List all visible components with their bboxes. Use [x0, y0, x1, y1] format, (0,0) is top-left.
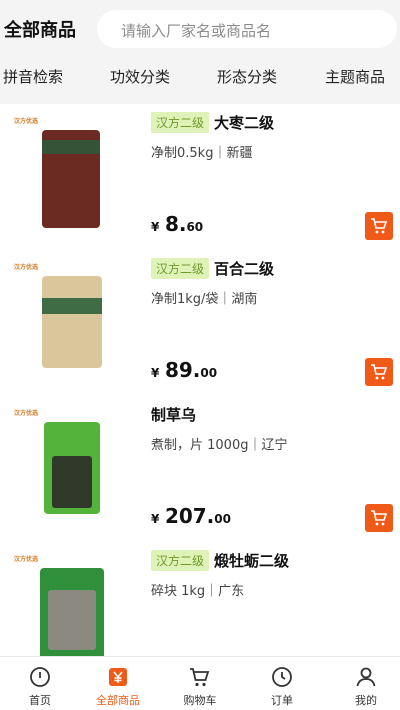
nav-cart[interactable]: 购物车 [160, 657, 240, 710]
product-item[interactable]: 汉方优选 汉方二级 大枣二级 净制0.5kg｜新疆 ¥ 8.60 [0, 104, 400, 248]
nav-orders[interactable]: 订单 [242, 657, 322, 710]
orders-icon [272, 667, 292, 687]
product-spec: 碎块 1kg｜广东 [151, 584, 245, 599]
brand-logo: 汉方优选 [14, 410, 39, 417]
brand-logo: 汉方优选 [14, 118, 39, 125]
product-list: 汉方优选 汉方二级 大枣二级 净制0.5kg｜新疆 ¥ 8.60 汉方优选 汉方二… [0, 104, 400, 656]
product-name: 煅牡蛎二级 [214, 552, 290, 570]
all-products-icon [109, 668, 127, 686]
grade-badge: 汉方二级 [151, 258, 210, 279]
product-name: 制草乌 [151, 406, 197, 424]
product-price: ¥ 89.00 [151, 358, 218, 382]
profile-icon [356, 667, 376, 687]
product-name: 大枣二级 [214, 114, 275, 132]
product-bag [42, 276, 102, 368]
product-name: 百合二级 [214, 260, 275, 278]
nav-all-products[interactable]: 全部商品 [78, 657, 158, 710]
home-icon [30, 667, 50, 687]
nav-home[interactable]: 首页 [0, 657, 80, 710]
product-spec: 净制0.5kg｜新疆 [151, 146, 253, 161]
product-price: ¥ 8.60 [151, 212, 204, 236]
grade-badge: 汉方二级 [151, 112, 210, 133]
product-spec: 净制1kg/袋｜湖南 [151, 292, 258, 307]
search-input[interactable]: 请输入厂家名或商品名 [97, 10, 397, 48]
brand-logo: 汉方优选 [14, 556, 39, 563]
add-to-cart-button[interactable] [365, 504, 393, 532]
product-image: 汉方优选 [14, 112, 130, 232]
nav-profile[interactable]: 我的 [326, 657, 400, 710]
page-title: 全部商品 [4, 20, 76, 41]
cart-icon [190, 668, 210, 687]
product-image: 汉方优选 [14, 404, 130, 524]
product-spec: 煮制，片 1000g｜辽宁 [151, 438, 288, 453]
product-bag [42, 130, 100, 228]
cart-icon [371, 510, 388, 526]
cart-icon [371, 364, 388, 380]
product-bag [44, 422, 100, 514]
grade-badge: 汉方二级 [151, 550, 210, 571]
cart-icon [371, 218, 388, 234]
search-placeholder: 请输入厂家名或商品名 [121, 22, 272, 40]
add-to-cart-button[interactable] [365, 212, 393, 240]
tab-efficacy[interactable]: 功效分类 [110, 66, 170, 87]
tab-form[interactable]: 形态分类 [217, 66, 277, 87]
header: 全部商品 请输入厂家名或商品名 拼音检索 功效分类 形态分类 主题商品 [0, 0, 400, 104]
tab-theme-products[interactable]: 主题商品 [325, 66, 385, 87]
product-item[interactable]: 汉方优选 汉方二级 百合二级 净制1kg/袋｜湖南 ¥ 89.00 [0, 250, 400, 394]
bottom-nav: 首页 全部商品 购物车 订单 我的 [0, 656, 400, 710]
add-to-cart-button[interactable] [365, 358, 393, 386]
product-item[interactable]: 汉方优选 汉方二级 煅牡蛎二级 碎块 1kg｜广东 [0, 542, 400, 656]
brand-logo: 汉方优选 [14, 264, 39, 271]
product-price: ¥ 207.00 [151, 504, 231, 528]
product-bag [40, 568, 104, 656]
product-item[interactable]: 汉方优选 制草乌 煮制，片 1000g｜辽宁 ¥ 207.00 [0, 396, 400, 540]
category-tabs: 拼音检索 功效分类 形态分类 主题商品 [0, 62, 400, 92]
product-image: 汉方优选 [14, 550, 130, 656]
tab-pinyin-search[interactable]: 拼音检索 [3, 66, 63, 87]
product-image: 汉方优选 [14, 258, 130, 378]
